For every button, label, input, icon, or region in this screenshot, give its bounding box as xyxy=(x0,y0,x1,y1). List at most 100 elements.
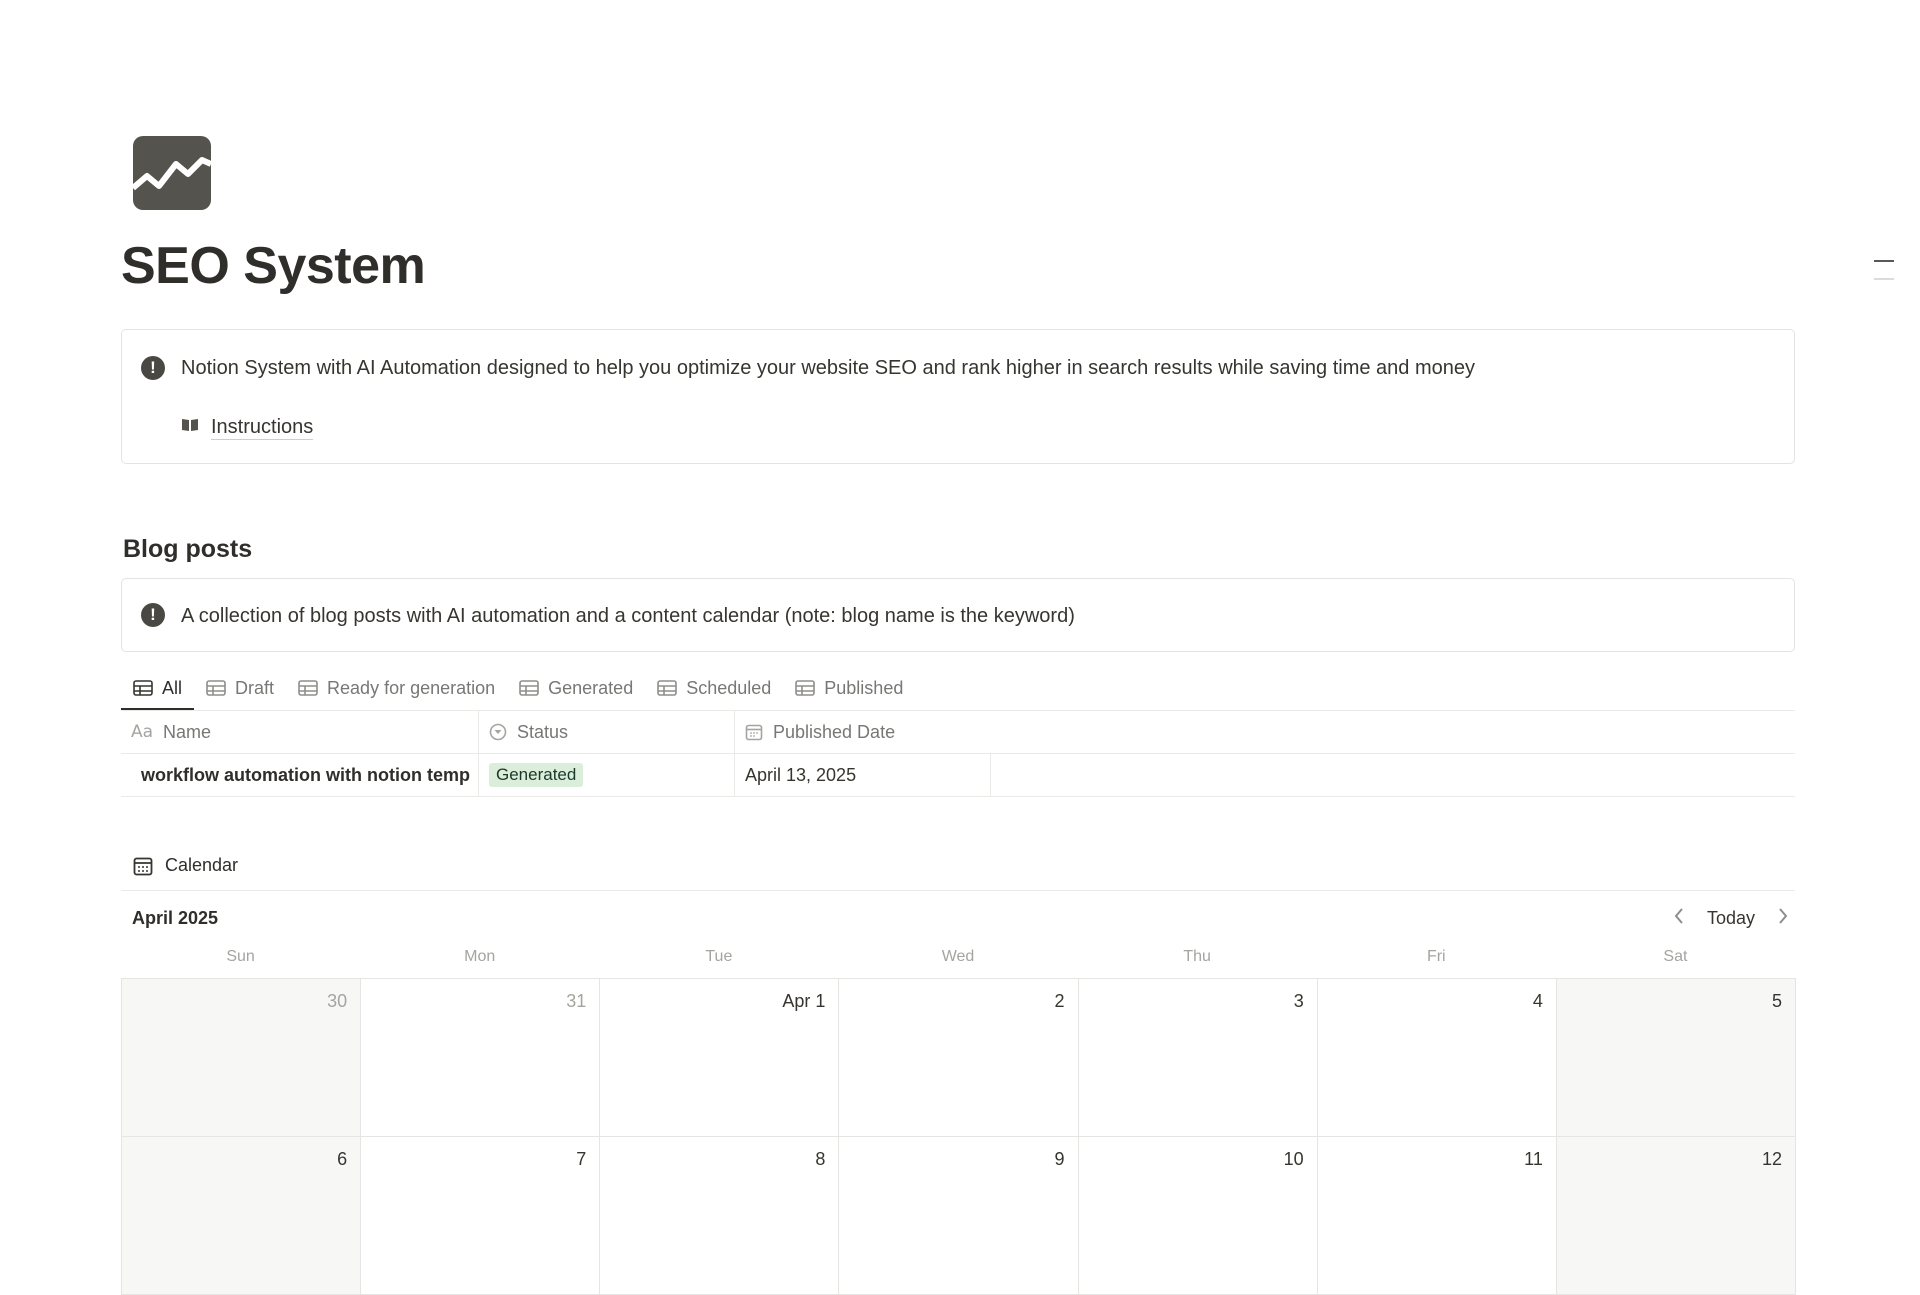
weekday-label: Mon xyxy=(464,948,496,965)
calendar-day[interactable]: 8 xyxy=(600,1137,840,1295)
column-header-status[interactable]: Status xyxy=(479,711,735,753)
calendar-view-header[interactable]: Calendar xyxy=(133,855,238,876)
outline-mark xyxy=(1874,260,1894,262)
blog-callout-text: A collection of blog posts with AI autom… xyxy=(181,605,1075,627)
day-number: 4 xyxy=(1532,991,1543,1011)
status-cell[interactable]: Generated xyxy=(479,754,735,796)
tab-generated[interactable]: Generated xyxy=(507,668,645,708)
instructions-link[interactable]: Instructions xyxy=(181,415,314,440)
calendar-day[interactable]: 11 xyxy=(1317,1137,1557,1295)
table-icon xyxy=(206,680,226,696)
column-header-label: Status xyxy=(517,721,569,742)
weekday-label: Thu xyxy=(1183,948,1211,965)
table-icon xyxy=(657,680,678,696)
view-tabs: All Draft Ready for generation Generated… xyxy=(121,668,1795,711)
day-number: 31 xyxy=(566,991,587,1011)
day-number: 12 xyxy=(1761,1149,1782,1169)
calendar-day[interactable]: 30 xyxy=(122,979,362,1137)
table-icon xyxy=(795,680,816,696)
calendar-grid: 30 31 Apr 1 2 3 4 5 6 7 8 9 10 11 12 xyxy=(121,978,1796,1295)
day-number: 2 xyxy=(1054,991,1065,1011)
blog-section-title: Blog posts xyxy=(123,535,253,563)
tab-label: Generated xyxy=(548,677,634,698)
instructions-label[interactable]: Instructions xyxy=(211,415,314,440)
calendar-day[interactable]: 5 xyxy=(1556,979,1796,1137)
calendar-day[interactable]: 3 xyxy=(1078,979,1318,1137)
exclamation-icon: ! xyxy=(141,356,165,380)
intro-callout-text: Notion System with AI Automation designe… xyxy=(181,357,1476,379)
table-icon xyxy=(133,680,153,696)
calendar-day[interactable]: 10 xyxy=(1078,1137,1318,1295)
table-icon xyxy=(519,680,539,696)
weekday-label: Wed xyxy=(941,948,975,965)
chevron-right-icon[interactable] xyxy=(1771,905,1795,932)
page-title: SEO System xyxy=(121,237,426,295)
day-number: 5 xyxy=(1771,991,1782,1011)
chevron-left-icon[interactable] xyxy=(1667,905,1691,932)
tab-label: Published xyxy=(824,677,904,698)
status-icon xyxy=(489,723,507,741)
calendar-month-label: April 2025 xyxy=(132,908,219,928)
trend-line-icon[interactable] xyxy=(131,136,213,210)
calendar-week: 30 31 Apr 1 2 3 4 5 xyxy=(122,979,1796,1137)
weekday-label: Sun xyxy=(226,948,255,965)
tab-ready-for-generation[interactable]: Ready for generation xyxy=(286,668,507,708)
calendar-week: 6 7 8 9 10 11 12 xyxy=(122,1137,1796,1295)
calendar-day[interactable]: 4 xyxy=(1317,979,1557,1137)
outline-indicator[interactable] xyxy=(1874,260,1894,280)
book-icon xyxy=(181,417,199,438)
calendar-icon xyxy=(745,724,763,741)
tab-label: Draft xyxy=(235,677,275,698)
day-number: 8 xyxy=(815,1149,826,1169)
column-header-name[interactable]: Aa Name xyxy=(121,711,479,753)
table-header-row: Aa Name Status Published Date xyxy=(121,711,1795,754)
tab-label: Scheduled xyxy=(686,677,772,698)
calendar-day[interactable]: 6 xyxy=(122,1137,362,1295)
day-number: 6 xyxy=(337,1149,348,1169)
published-date-value: April 13, 2025 xyxy=(745,764,857,785)
tab-scheduled[interactable]: Scheduled xyxy=(645,668,783,708)
empty-cell xyxy=(991,754,1795,796)
weekday-header: Sun Mon Tue Wed Thu Fri Sat xyxy=(121,948,1795,966)
calendar-day[interactable]: 9 xyxy=(839,1137,1079,1295)
day-number: 30 xyxy=(327,991,348,1011)
tab-label: Ready for generation xyxy=(327,677,496,698)
day-number: Apr 1 xyxy=(782,991,826,1011)
day-number: 3 xyxy=(1293,991,1304,1011)
day-number: 11 xyxy=(1524,1149,1543,1169)
divider xyxy=(121,890,1795,891)
blog-posts-table: Aa Name Status Published Date workflow a… xyxy=(121,711,1795,797)
calendar-day[interactable]: 2 xyxy=(839,979,1079,1137)
day-number: 10 xyxy=(1283,1149,1304,1169)
column-header-label: Published Date xyxy=(773,721,896,742)
text-property-icon: Aa xyxy=(131,722,154,742)
tab-draft[interactable]: Draft xyxy=(194,668,286,708)
column-header-published-date[interactable]: Published Date xyxy=(735,711,1795,753)
day-number: 9 xyxy=(1054,1149,1065,1169)
row-name[interactable]: workflow automation with notion temp xyxy=(141,765,470,786)
exclamation-icon: ! xyxy=(141,603,165,627)
calendar-day[interactable]: 7 xyxy=(361,1137,601,1295)
status-badge: Generated xyxy=(489,763,584,787)
calendar-day[interactable]: 31 xyxy=(361,979,601,1137)
weekday-label: Tue xyxy=(705,948,733,965)
calendar-icon xyxy=(133,857,153,875)
tab-all[interactable]: All xyxy=(121,668,195,710)
today-button[interactable]: Today xyxy=(1701,906,1761,931)
day-number: 7 xyxy=(576,1149,587,1169)
name-cell[interactable]: workflow automation with notion temp xyxy=(121,754,479,796)
blog-callout: ! A collection of blog posts with AI aut… xyxy=(121,578,1795,652)
weekday-label: Fri xyxy=(1426,948,1446,965)
tab-published[interactable]: Published xyxy=(783,668,915,708)
calendar-day[interactable]: Apr 1 xyxy=(600,979,840,1137)
calendar-view-label: Calendar xyxy=(165,855,239,875)
intro-callout: ! Notion System with AI Automation desig… xyxy=(121,329,1795,464)
table-row[interactable]: workflow automation with notion temp Gen… xyxy=(121,754,1795,797)
table-icon xyxy=(298,680,318,696)
weekday-label: Sat xyxy=(1663,948,1688,965)
outline-mark xyxy=(1874,278,1894,280)
calendar-nav: Today xyxy=(1667,905,1795,932)
published-date-cell[interactable]: April 13, 2025 xyxy=(735,754,991,796)
tab-label: All xyxy=(162,677,183,698)
calendar-day[interactable]: 12 xyxy=(1556,1137,1796,1295)
